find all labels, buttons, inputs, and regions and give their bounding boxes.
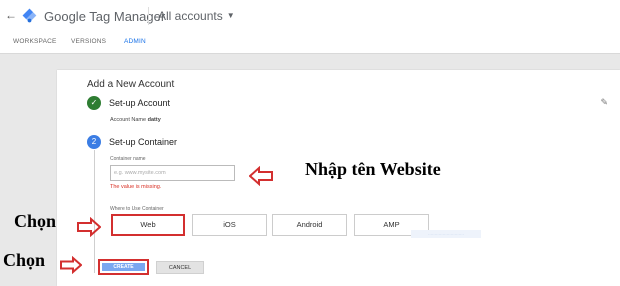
step2-number: 2 <box>87 135 101 149</box>
error-message: The value is missing. <box>110 184 162 190</box>
tab-versions[interactable]: VERSIONS <box>71 38 106 45</box>
step2-label: Set-up Container <box>109 137 178 147</box>
account-name-value: datty <box>147 117 161 123</box>
create-button[interactable]: CREATE <box>102 263 145 271</box>
arrow-left-annotation <box>249 166 273 186</box>
account-selector[interactable]: All accounts ▼ <box>158 9 235 23</box>
option-ios-button[interactable]: iOS <box>192 214 267 236</box>
arrow-right-annotation-2 <box>60 256 82 274</box>
arrow-left-icon[interactable]: ← <box>5 8 17 22</box>
top-bar: ← Google Tag Manager All accounts ▼ <box>0 0 620 32</box>
header-divider <box>148 7 149 25</box>
container-name-input[interactable] <box>110 165 235 181</box>
tab-workspace[interactable]: WORKSPACE <box>13 38 57 45</box>
choose-annotation-1: Chọn <box>14 211 57 231</box>
container-name-label: Container name <box>110 156 146 162</box>
app-title: Google Tag Manager <box>44 9 166 24</box>
option-android-button[interactable]: Android <box>272 214 347 236</box>
cancel-button[interactable]: CANCEL <box>156 261 204 274</box>
page-title: Add a New Account <box>87 79 175 90</box>
create-highlight: CREATE <box>98 259 149 275</box>
website-hint-annotation: Nhập tên Website <box>305 159 441 179</box>
choose-annotation-2: Chọn <box>3 250 46 270</box>
check-icon: ✓ <box>87 96 101 110</box>
where-to-use-label: Where to Use Container <box>110 206 164 212</box>
account-selector-label: All accounts <box>158 9 223 23</box>
arrow-right-annotation-1 <box>77 217 101 237</box>
account-name-label: Account Name <box>110 117 147 123</box>
pencil-icon[interactable]: ✎ <box>600 97 608 108</box>
caret-down-icon: ▼ <box>226 11 235 20</box>
tag-manager-logo <box>22 8 37 23</box>
option-web-button[interactable]: Web <box>111 214 185 236</box>
tab-bar: WORKSPACE VERSIONS ADMIN <box>0 32 620 54</box>
step-connector <box>94 150 95 273</box>
tab-admin[interactable]: ADMIN <box>124 38 146 45</box>
faint-tooltip: ……………………… <box>411 230 481 238</box>
step1-label: Set-up Account <box>109 98 171 108</box>
account-name-summary: Account Name datty <box>110 117 161 123</box>
